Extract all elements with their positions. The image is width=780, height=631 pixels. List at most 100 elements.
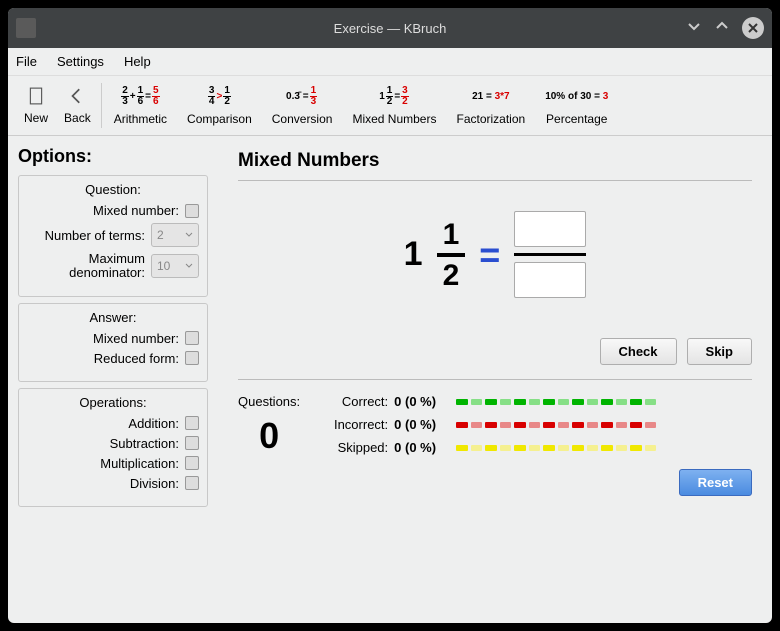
answer-fraction-bar: [514, 253, 586, 256]
correct-value: 0 (0 %): [394, 394, 450, 409]
skip-button[interactable]: Skip: [687, 338, 752, 365]
answer-mixed-checkbox[interactable]: [185, 331, 199, 345]
chevron-down-icon: [185, 262, 193, 270]
maxden-label: Maximum denominator:: [27, 252, 145, 281]
numerator: 1: [437, 218, 466, 251]
content: Options: Question: Mixed number: Number …: [8, 136, 772, 623]
skipped-progress: [456, 445, 656, 451]
subtraction-checkbox[interactable]: [185, 436, 199, 450]
tab-arithmetic-label: Arithmetic: [114, 112, 167, 126]
percentage-preview: 10% of 30 = 3: [545, 86, 608, 108]
questions-counter: Questions: 0: [238, 394, 300, 457]
window-controls: [686, 17, 764, 39]
panel-operations: Operations: Addition: Subtraction: Multi…: [18, 388, 208, 507]
questions-label: Questions:: [238, 394, 300, 409]
tab-percentage-label: Percentage: [546, 112, 607, 126]
chevron-down-icon: [185, 231, 193, 239]
answer-heading: Answer:: [27, 310, 199, 325]
new-button[interactable]: New: [16, 78, 56, 133]
operations-heading: Operations:: [27, 395, 199, 410]
question-area: 1 1 2 =: [238, 211, 752, 298]
maxden-value: 10: [157, 259, 170, 273]
correct-progress: [456, 399, 656, 405]
tab-conversion-label: Conversion: [272, 112, 333, 126]
panel-question: Question: Mixed number: Number of terms:…: [18, 175, 208, 297]
terms-select[interactable]: 2: [151, 223, 199, 247]
subtraction-label: Subtraction:: [27, 436, 179, 451]
mixed-number-checkbox[interactable]: [185, 204, 199, 218]
page-title: Mixed Numbers: [238, 150, 752, 172]
maxden-select[interactable]: 10: [151, 254, 199, 278]
numerator-input[interactable]: [514, 211, 586, 247]
tab-arithmetic[interactable]: 23 + 16 = 56 Arithmetic: [104, 78, 177, 133]
terms-value: 2: [157, 228, 164, 242]
correct-label: Correct:: [318, 394, 388, 409]
close-icon[interactable]: [742, 17, 764, 39]
tab-comparison-label: Comparison: [187, 112, 252, 126]
tab-mixed-numbers[interactable]: 1 12 = 32 Mixed Numbers: [342, 78, 446, 133]
options-heading: Options:: [18, 146, 208, 167]
multiplication-checkbox[interactable]: [185, 456, 199, 470]
mixed-number-label: Mixed number:: [27, 203, 179, 218]
questions-count: 0: [238, 415, 300, 457]
incorrect-progress: [456, 422, 656, 428]
document-icon: [27, 87, 45, 105]
reset-row: Reset: [238, 469, 752, 496]
reduced-checkbox[interactable]: [185, 351, 199, 365]
whole-number: 1: [404, 235, 423, 274]
incorrect-label: Incorrect:: [318, 417, 388, 432]
window-title: Exercise — KBruch: [334, 21, 447, 36]
division-checkbox[interactable]: [185, 476, 199, 490]
toolbar-separator: [101, 83, 102, 128]
titlebar[interactable]: Exercise — KBruch: [8, 8, 772, 48]
incorrect-value: 0 (0 %): [394, 417, 450, 432]
menubar: File Settings Help: [8, 48, 772, 76]
tab-factorization[interactable]: 21 = 3*7 Factorization: [446, 78, 535, 133]
denominator-input[interactable]: [514, 262, 586, 298]
terms-label: Number of terms:: [27, 228, 145, 243]
back-button[interactable]: Back: [56, 78, 99, 133]
conversion-preview: 0.3̄ = 13: [286, 86, 318, 108]
answer-mixed-label: Mixed number:: [27, 331, 179, 346]
arithmetic-preview: 23 + 16 = 56: [120, 86, 160, 108]
comparison-preview: 34 > 12: [207, 86, 232, 108]
tab-factorization-label: Factorization: [456, 112, 525, 126]
panel-answer: Answer: Mixed number: Reduced form:: [18, 303, 208, 382]
fraction: 1 2: [437, 218, 466, 292]
chevron-up-icon[interactable]: [714, 18, 730, 39]
new-label: New: [24, 111, 48, 125]
tab-mixed-label: Mixed Numbers: [352, 112, 436, 126]
question-heading: Question:: [27, 182, 199, 197]
main: Mixed Numbers 1 1 2 = Check Skip: [218, 136, 772, 623]
chevron-down-icon[interactable]: [686, 18, 702, 39]
skipped-value: 0 (0 %): [394, 440, 450, 455]
divider: [238, 180, 752, 181]
mixed-preview: 1 12 = 32: [379, 86, 410, 108]
back-label: Back: [64, 111, 91, 125]
equals-sign: =: [479, 234, 500, 276]
menu-settings[interactable]: Settings: [57, 54, 104, 69]
stats-rows: Correct: 0 (0 %) Incorrect: 0 (0 %): [318, 394, 656, 457]
addition-label: Addition:: [27, 416, 179, 431]
menu-file[interactable]: File: [16, 54, 37, 69]
stats: Questions: 0 Correct: 0 (0 %) Incorrect:…: [238, 394, 752, 457]
tab-conversion[interactable]: 0.3̄ = 13 Conversion: [262, 78, 343, 133]
app-window: Exercise — KBruch File Settings Help New…: [8, 8, 772, 623]
reduced-label: Reduced form:: [27, 351, 179, 366]
action-buttons: Check Skip: [238, 338, 752, 365]
menu-help[interactable]: Help: [124, 54, 151, 69]
answer-inputs: [514, 211, 586, 298]
divider: [238, 379, 752, 380]
addition-checkbox[interactable]: [185, 416, 199, 430]
back-icon: [68, 87, 86, 105]
division-label: Division:: [27, 476, 179, 491]
sidebar: Options: Question: Mixed number: Number …: [8, 136, 218, 623]
factorization-preview: 21 = 3*7: [472, 86, 510, 108]
tab-comparison[interactable]: 34 > 12 Comparison: [177, 78, 262, 133]
fraction-bar: [437, 253, 466, 257]
app-icon: [16, 18, 36, 38]
check-button[interactable]: Check: [600, 338, 677, 365]
reset-button[interactable]: Reset: [679, 469, 752, 496]
tab-percentage[interactable]: 10% of 30 = 3 Percentage: [535, 78, 618, 133]
multiplication-label: Multiplication:: [27, 456, 179, 471]
